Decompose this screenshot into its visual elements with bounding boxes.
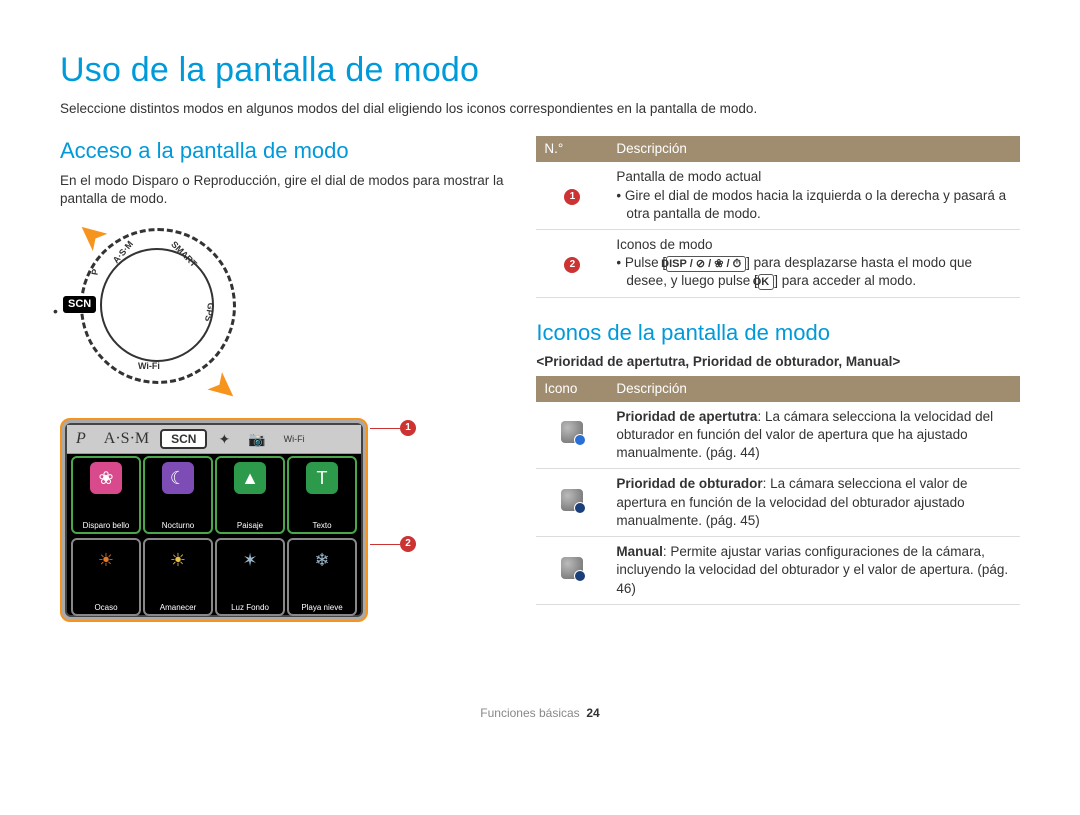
th-desc: Descripción [608, 136, 1020, 162]
mode-icon: ❄ [306, 544, 338, 576]
mode-icon: ❀ [90, 462, 122, 494]
mode-grid-row-2: ☀ Ocaso ☀ Amanecer ✶ Luz Fondo ❄ Playa nieve [67, 536, 361, 618]
section-icons-heading: Iconos de la pantalla de modo [536, 318, 1020, 348]
th-num: N.° [536, 136, 608, 162]
table-row: 1 Pantalla de modo actual • Gire el dial… [536, 162, 1020, 229]
page-title: Uso de la pantalla de modo [60, 48, 1020, 94]
mode-cell: ▲ Paisaje [215, 456, 285, 534]
row-title: Iconos de modo [616, 236, 1012, 254]
mode-icon: ☾ [162, 462, 194, 494]
mode-label: Playa nieve [289, 603, 355, 612]
mode-icon-thumb [561, 557, 583, 579]
mode-screen-tabs: P A·S·M SCN ✦ 📷 Wi-Fi [67, 425, 361, 454]
table-icons: Icono Descripción Prioridad de apertutra… [536, 376, 1020, 605]
dial-scn-label: SCN [63, 296, 96, 313]
row-title: Pantalla de modo actual [616, 168, 1012, 186]
row-num: 1 [564, 189, 580, 205]
mode-grid-row-1: ❀ Disparo bello ☾ Nocturno ▲ Paisaje T Texto [67, 454, 361, 536]
mode-icon: ☀ [162, 544, 194, 576]
mode-icon-thumb [561, 489, 583, 511]
mode-cell: ❄ Playa nieve [287, 538, 357, 616]
mode-label: Luz Fondo [217, 603, 283, 612]
mode-screen-illustration: 1 2 P A·S·M SCN ✦ 📷 Wi-Fi ❀Disparo bello… [60, 418, 368, 622]
section-icons-subheading: <Prioridad de apertutra, Prioridad de ob… [536, 353, 1020, 371]
mode-dial-illustration: ➤ • SCN P A·S·M SMART GPS Wi-Fi ➤ [60, 218, 250, 408]
ok-key-icon: OK [758, 274, 775, 290]
disp-key-icon: DISP / ⊘ / ❀ / ⏱ [666, 256, 746, 272]
icon-term: Manual [616, 544, 663, 559]
section-access-heading: Acceso a la pantalla de modo [60, 136, 506, 166]
icon-desc: : Permite ajustar varias configuraciones… [616, 544, 1008, 595]
mode-icon-thumb [561, 421, 583, 443]
callout-1: 1 [370, 420, 416, 436]
page-intro: Seleccione distintos modos en algunos mo… [60, 100, 1020, 118]
mode-cell: T Texto [287, 456, 357, 534]
mode-label: Texto [289, 521, 355, 530]
r2-pre: Pulse [ [625, 255, 666, 270]
mode-cell: ☾ Nocturno [143, 456, 213, 534]
table-row: Manual: Permite ajustar varias configura… [536, 537, 1020, 605]
dial-label-wifi: Wi-Fi [138, 360, 160, 372]
icon-term: Prioridad de apertutra [616, 409, 757, 424]
tab-magic-icon: ✦ [209, 430, 239, 449]
mode-label: Ocaso [73, 603, 139, 612]
icon-term: Prioridad de obturador [616, 476, 762, 491]
table-row: 2 Iconos de modo • Pulse [DISP / ⊘ / ❀ /… [536, 229, 1020, 297]
dial-center [100, 248, 214, 362]
tab-wifi: Wi-Fi [275, 433, 314, 445]
row-num: 2 [564, 257, 580, 273]
section-access-body: En el modo Disparo o Reproducción, gire … [60, 172, 506, 208]
mode-icon: T [306, 462, 338, 494]
mode-icon: ✶ [234, 544, 266, 576]
mode-label: Amanecer [145, 603, 211, 612]
dial-arrow-icon: ➤ [199, 363, 247, 413]
dial-pointer-dot: • [53, 302, 58, 321]
mode-icon: ▲ [234, 462, 266, 494]
mode-label: Nocturno [145, 521, 211, 530]
mode-cell: ❀ Disparo bello [71, 456, 141, 534]
tab-p: P [67, 428, 95, 450]
table-numbered: N.° Descripción 1 Pantalla de modo actua… [536, 136, 1020, 298]
mode-icon: ☀ [90, 544, 122, 576]
mode-cell: ☀ Amanecer [143, 538, 213, 616]
r2-post: ] para acceder al modo. [774, 273, 916, 288]
footer-page-number: 24 [586, 706, 599, 720]
row-bullet: Gire el dial de modos hacia la izquierda… [625, 188, 1006, 221]
tab-scn: SCN [160, 429, 207, 449]
table-row: Prioridad de obturador: La cámara selecc… [536, 469, 1020, 537]
mode-label: Paisaje [217, 521, 283, 530]
th-desc: Descripción [608, 376, 1020, 402]
tab-asm: A·S·M [95, 428, 158, 450]
footer-section: Funciones básicas [480, 706, 579, 720]
callout-2: 2 [370, 536, 416, 552]
page-footer: Funciones básicas 24 [60, 705, 1020, 721]
mode-label: Disparo bello [73, 521, 139, 530]
mode-cell: ✶ Luz Fondo [215, 538, 285, 616]
tab-movie-icon: 📷 [239, 430, 274, 449]
table-row: Prioridad de apertutra: La cámara selecc… [536, 402, 1020, 469]
th-icon: Icono [536, 376, 608, 402]
mode-cell: ☀ Ocaso [71, 538, 141, 616]
